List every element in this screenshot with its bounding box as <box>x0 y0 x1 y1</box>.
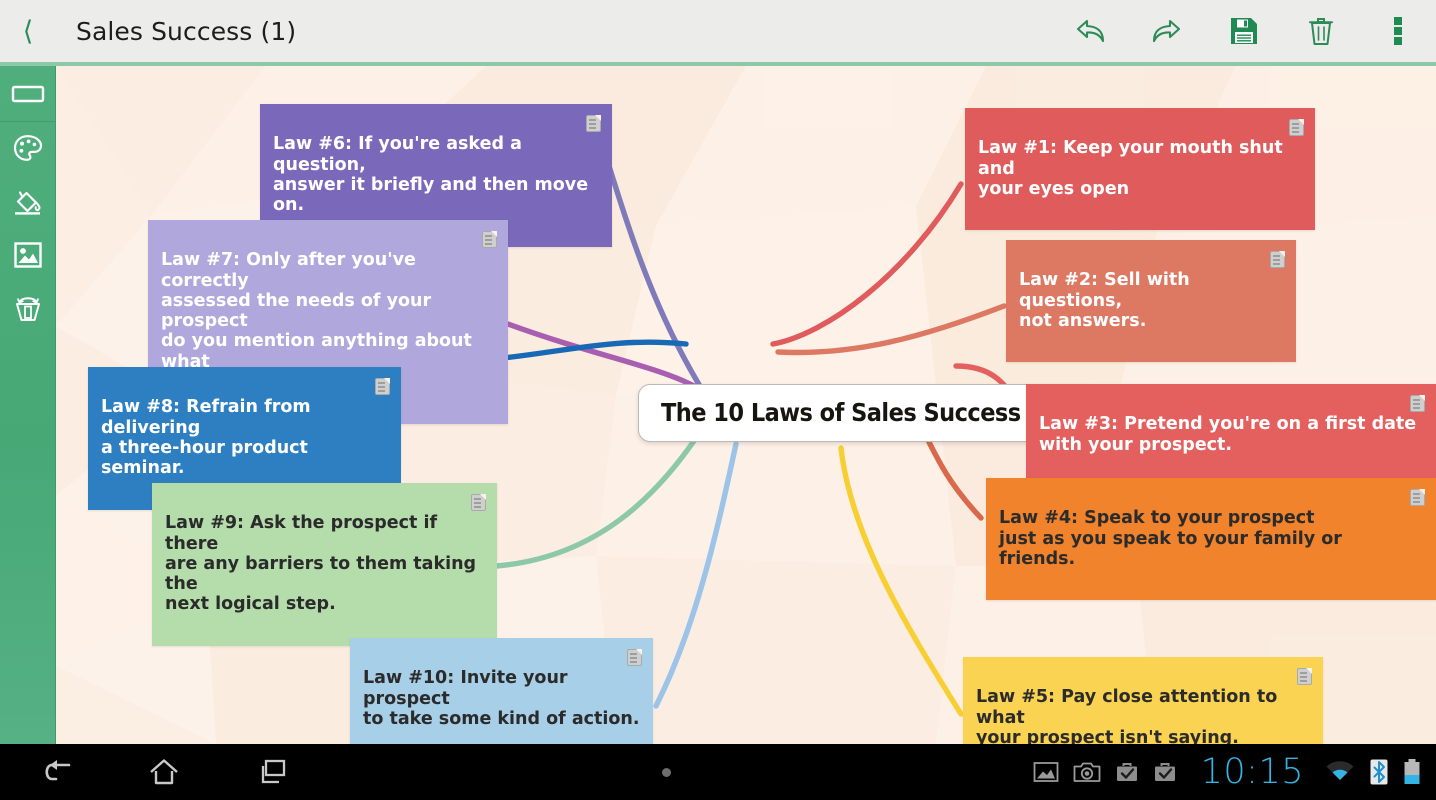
node-law-2[interactable]: Law #2: Sell with questions, not answers… <box>1006 240 1296 363</box>
node-law-8-label: Law #8: Refrain from delivering a three-… <box>101 397 311 479</box>
home-icon <box>150 759 178 785</box>
bluetooth-icon-wrap <box>1370 759 1388 785</box>
node-law-5-label: Law #5: Pay close attention to what your… <box>976 687 1278 744</box>
download-complete-icon-1 <box>1115 761 1139 783</box>
android-back-button[interactable] <box>28 744 84 800</box>
page-title: Sales Success (1) <box>76 16 297 46</box>
note-icon[interactable] <box>1410 489 1425 506</box>
node-law-4[interactable]: Law #4: Speak to your prospect just as y… <box>986 478 1436 601</box>
node-law-6-label: Law #6: If you're asked a question, answ… <box>273 134 589 216</box>
node-law-2-label: Law #2: Sell with questions, not answers… <box>1019 270 1190 331</box>
trash-icon <box>1308 18 1333 45</box>
save-floppy-icon <box>1230 18 1257 44</box>
undo-icon <box>1076 19 1104 43</box>
node-law-9-label: Law #9: Ask the prospect if there are an… <box>165 513 477 615</box>
note-icon[interactable] <box>1297 668 1312 685</box>
note-icon[interactable] <box>471 494 486 511</box>
wifi-icon-wrap <box>1324 760 1356 784</box>
battery-low-icon <box>1404 759 1420 784</box>
download-complete-icon-2 <box>1153 761 1177 783</box>
back-arrow-icon <box>45 760 71 781</box>
save-button[interactable] <box>1205 0 1282 62</box>
branch-law-9 <box>493 435 699 569</box>
note-icon[interactable] <box>375 378 390 395</box>
menu-dot-icon[interactable] <box>661 767 671 777</box>
sidebar-item-node-shape[interactable] <box>0 66 56 122</box>
node-law-5[interactable]: Law #5: Pay close attention to what your… <box>963 657 1323 744</box>
branch-law-1 <box>770 181 964 347</box>
branch-law-10 <box>653 441 739 709</box>
android-system-bar: 10:15 <box>0 744 1436 800</box>
recycle-bin-icon <box>16 296 40 321</box>
rectangle-node-icon <box>11 85 45 102</box>
node-law-10-label: Law #10: Invite your prospect to take so… <box>363 668 640 729</box>
node-law-10[interactable]: Law #10: Invite your prospect to take so… <box>350 638 653 744</box>
sidebar-item-recycle[interactable] <box>0 281 56 334</box>
overflow-menu-button[interactable] <box>1359 0 1436 62</box>
note-icon[interactable] <box>1289 119 1304 136</box>
note-icon[interactable] <box>1270 251 1285 268</box>
camera-status-icon <box>1073 761 1101 783</box>
status-clock: 10:15 <box>1200 752 1304 792</box>
undo-button[interactable] <box>1051 0 1128 62</box>
note-icon[interactable] <box>627 649 642 666</box>
node-law-9[interactable]: Law #9: Ask the prospect if there are an… <box>152 483 497 647</box>
note-icon[interactable] <box>1410 395 1425 412</box>
node-law-1-label: Law #1: Keep your mouth shut and your ey… <box>978 138 1283 199</box>
note-icon[interactable] <box>586 115 601 132</box>
bluetooth-icon <box>1370 759 1388 785</box>
image-icon <box>14 241 42 268</box>
sidebar-item-image[interactable] <box>0 228 56 281</box>
paint-bucket-icon <box>15 190 41 215</box>
node-law-3-label: Law #3: Pretend you're on a first date w… <box>1039 414 1417 455</box>
battery-icon-wrap <box>1402 758 1422 786</box>
paint-palette-icon <box>13 134 43 161</box>
central-node-label: The 10 Laws of Sales Success <box>661 398 1021 427</box>
app-toolbar: ⟨ Sales Success (1) <box>0 0 1436 62</box>
sidebar-item-palette[interactable] <box>0 122 56 175</box>
node-law-1[interactable]: Law #1: Keep your mouth shut and your ey… <box>965 108 1315 231</box>
node-law-4-label: Law #4: Speak to your prospect just as y… <box>999 508 1342 569</box>
delete-button[interactable] <box>1282 0 1359 62</box>
android-nav-group <box>0 744 300 800</box>
recents-icon <box>261 759 286 784</box>
briefcase-check-icon <box>1116 763 1137 781</box>
sidebar-item-fill[interactable] <box>0 175 56 228</box>
image-icon <box>1033 762 1059 782</box>
camera-icon <box>1073 762 1101 782</box>
wifi-icon <box>1326 761 1354 780</box>
tool-sidebar <box>0 66 56 744</box>
node-law-3[interactable]: Law #3: Pretend you're on a first date w… <box>1026 384 1436 487</box>
app-root: ⟨ Sales Success (1) The 10 Laws of Sales… <box>0 0 1436 800</box>
redo-button[interactable] <box>1128 0 1205 62</box>
more-vertical-icon <box>1393 17 1402 45</box>
chevron-left-icon: ⟨ <box>22 15 34 47</box>
back-button[interactable]: ⟨ <box>0 0 56 62</box>
system-bar-spacer <box>300 767 1033 777</box>
branch-law-5 <box>838 445 964 717</box>
mindmap-canvas[interactable]: The 10 Laws of Sales Success Law #1: Kee… <box>56 66 1436 744</box>
redo-icon <box>1152 19 1180 43</box>
status-icon-group: 10:15 <box>1033 752 1436 792</box>
briefcase-check-icon <box>1154 763 1175 781</box>
android-recents-button[interactable] <box>244 744 300 800</box>
note-icon[interactable] <box>482 231 497 248</box>
android-home-button[interactable] <box>136 744 192 800</box>
gallery-status-icon <box>1033 761 1059 783</box>
